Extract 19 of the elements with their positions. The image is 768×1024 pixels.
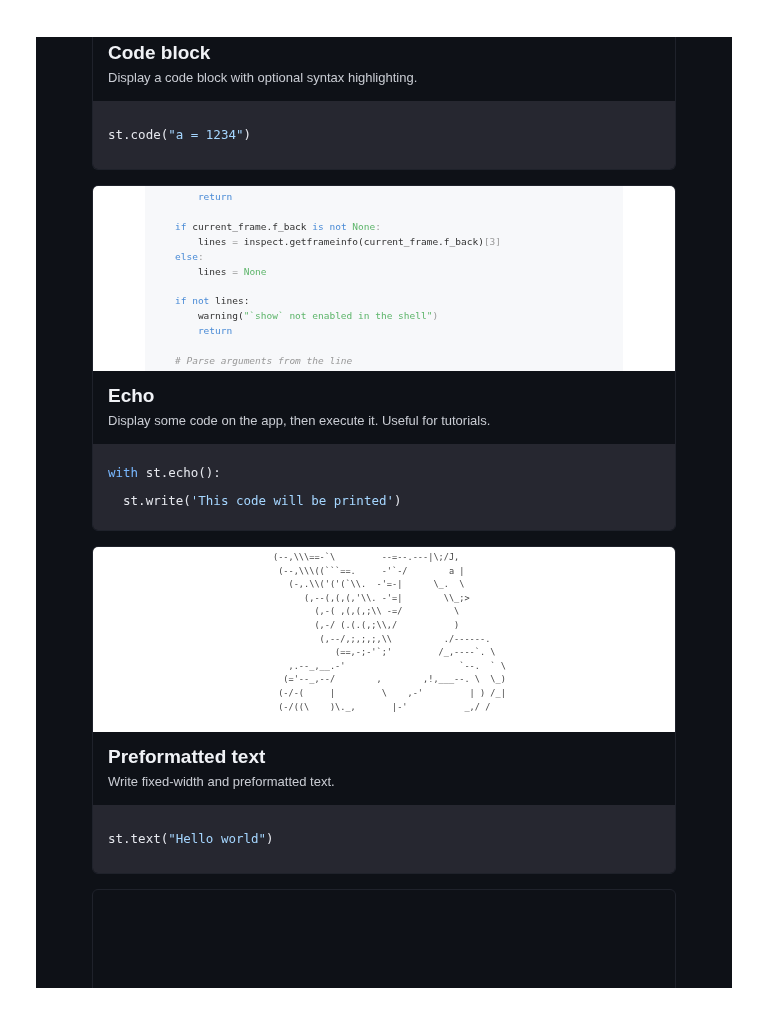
ascii-art: (--,\\\==-`\ --=--.---|\;/J, (--,\\\((```==. -'`-/ a | (-,.\\('('(`\\. -'=-| \_. \ (,--(,(,(,'\\. -'=| \\_;> (,-( ,(,(,;\\ -=/ \ (,-/ (.(.(,;\\,/ ) (,--/,;,;,;,\\ ./------. (==,-;-'`;' /_,----`. \ ,.--_,__.-' `--. ` \ (='--_,--/ , ,!,___--. \ \_) (-/-( | \ ,-' | ) /_| (-/((\ )\._, |-' _,/ / [272, 551, 507, 714]
code-block: st.code("a = 1234") [93, 101, 675, 169]
card-description: Display some code on the app, then execute it. Useful for tutorials. [108, 413, 492, 428]
code-line: # Parse arguments from the line [175, 353, 354, 368]
card-title: Code block [108, 42, 212, 64]
code-line: return [196, 190, 234, 204]
code-line: if not lines: [175, 294, 251, 309]
card-description: Display a code block with optional syntax highlighting. [108, 70, 419, 85]
card-title: Echo [108, 385, 156, 407]
card-title: Preformatted text [108, 746, 267, 768]
code-line: lines = inspect.getframeinfo(current_frame.f_back)[3] [196, 234, 503, 249]
code-line: lines = None [196, 264, 268, 279]
code-line: return [196, 324, 234, 339]
code-line: warning("`show` not enabled in the shell") [196, 309, 440, 324]
card-description: Write fixed-width and preformatted text. [108, 774, 336, 789]
code-block: st.text("Hello world") [93, 805, 675, 873]
code-line: if current_frame.f_back is not None: [175, 219, 382, 234]
code-block: with st.echo(): st.write('This code will be printed') [93, 444, 675, 530]
code-line: else: [175, 249, 205, 264]
